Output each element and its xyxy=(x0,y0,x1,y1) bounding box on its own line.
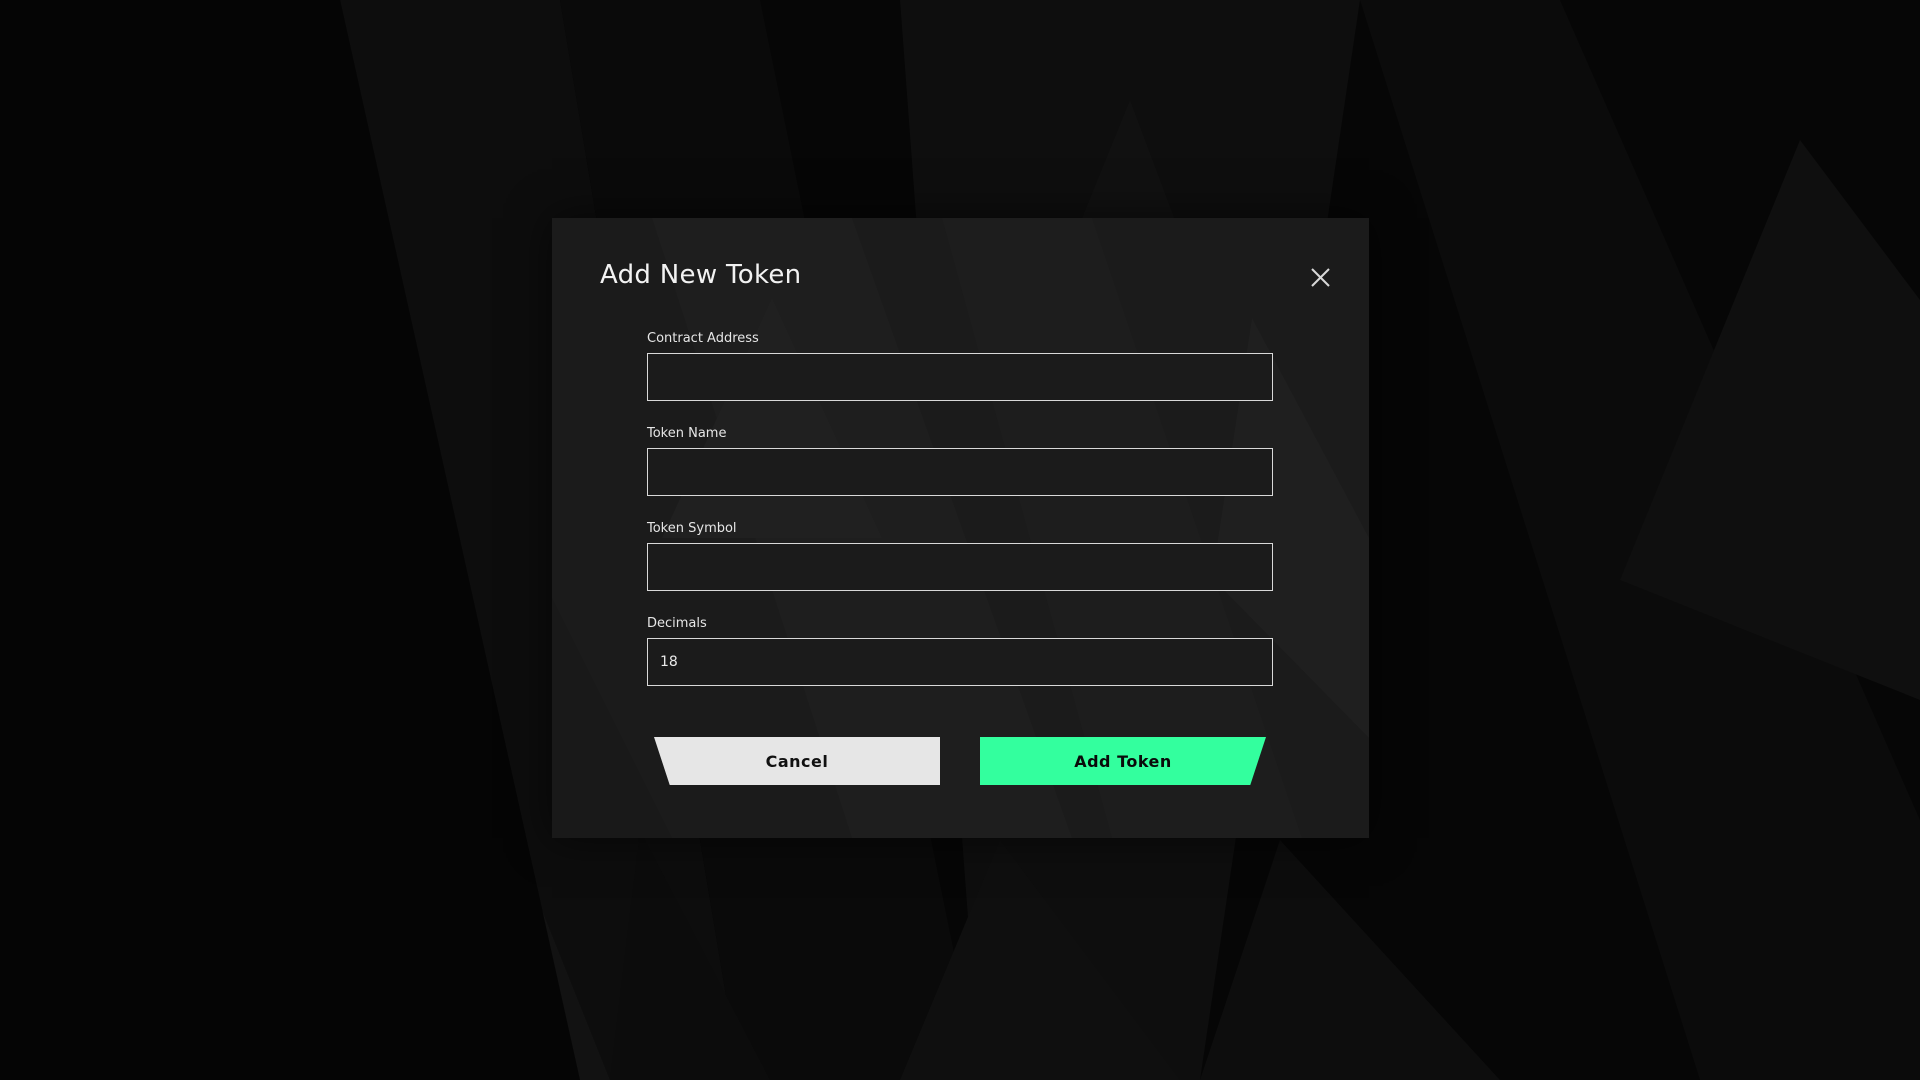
token-symbol-field: Token Symbol xyxy=(647,521,1273,591)
decimals-label: Decimals xyxy=(647,616,707,631)
add-token-button[interactable]: Add Token xyxy=(980,737,1266,785)
modal-title: Add New Token xyxy=(600,260,802,290)
close-button[interactable] xyxy=(1302,260,1338,296)
token-name-label: Token Name xyxy=(647,426,727,441)
close-icon xyxy=(1311,268,1330,287)
add-token-modal: Add New Token Contract Address Token Nam… xyxy=(552,218,1369,838)
cancel-button[interactable]: Cancel xyxy=(654,737,940,785)
token-name-field: Token Name xyxy=(647,426,1273,496)
token-symbol-label: Token Symbol xyxy=(647,521,737,536)
token-symbol-input[interactable] xyxy=(647,543,1273,591)
token-name-input[interactable] xyxy=(647,448,1273,496)
contract-address-input[interactable] xyxy=(647,353,1273,401)
decimals-field: Decimals xyxy=(647,616,1273,686)
contract-address-label: Contract Address xyxy=(647,331,759,346)
contract-address-field: Contract Address xyxy=(647,331,1273,401)
decimals-input[interactable] xyxy=(647,638,1273,686)
